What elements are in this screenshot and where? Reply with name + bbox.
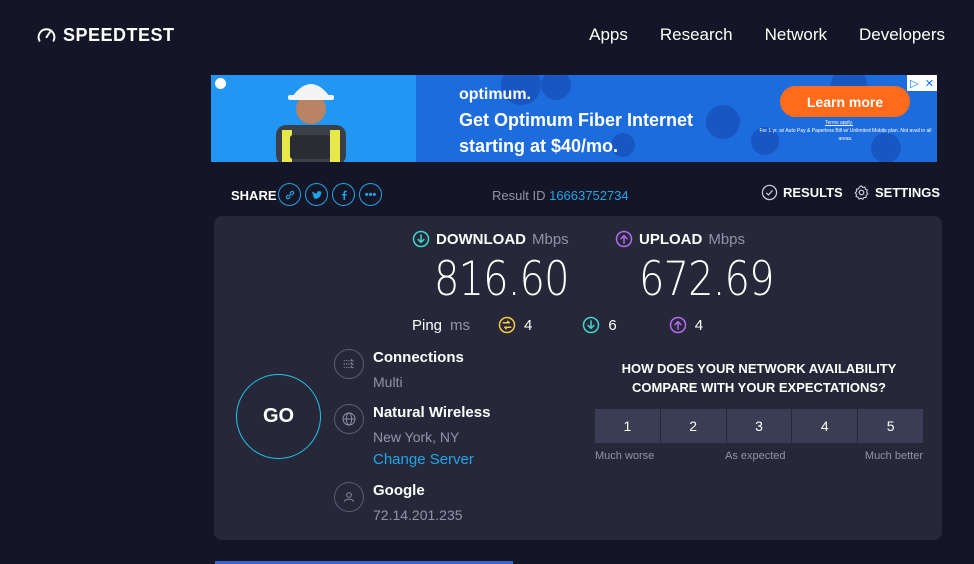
results-panel: DOWNLOAD Mbps 816.60 UPLOAD Mbps 672.69 … xyxy=(214,216,942,540)
upload-metric: UPLOAD Mbps 672.69 xyxy=(615,230,797,307)
upload-value: 672.69 xyxy=(639,252,775,307)
more-options-icon[interactable]: ••• xyxy=(359,183,382,206)
ping-unit: ms xyxy=(450,316,471,334)
ad-headline-line-2: starting at $40/mo. xyxy=(459,136,619,156)
share-label: SHARE xyxy=(231,188,277,203)
scale-label-low: Much worse xyxy=(595,450,655,462)
isp-title: Google xyxy=(373,482,425,499)
download-label: DOWNLOAD xyxy=(436,230,526,248)
download-latency-icon xyxy=(583,316,600,334)
survey-question: HOW DOES YOUR NETWORK AVAILABILITY COMPA… xyxy=(594,359,924,397)
scale-label-high: Much better xyxy=(864,450,923,462)
survey-option-3[interactable]: 3 xyxy=(726,409,792,443)
ping-download: 6 xyxy=(582,316,617,334)
twitter-icon[interactable] xyxy=(305,183,328,206)
nav-apps[interactable]: Apps xyxy=(589,25,628,45)
ad-banner[interactable]: optimum. Get Optimum Fiber Internet star… xyxy=(211,75,937,162)
change-server-link[interactable]: Change Server xyxy=(373,451,474,468)
globe-icon xyxy=(334,404,364,434)
upload-unit: Mbps xyxy=(708,230,746,248)
share-icons: ••• xyxy=(278,183,382,206)
ping-download-value: 6 xyxy=(608,316,617,334)
ping-label: Ping xyxy=(412,316,443,334)
user-icon xyxy=(334,482,364,512)
survey-option-5[interactable]: 5 xyxy=(858,409,923,443)
isp-ip: 72.14.201.235 xyxy=(373,507,463,523)
nav-research[interactable]: Research xyxy=(660,25,733,45)
ad-privacy-icon[interactable] xyxy=(215,78,226,89)
check-circle-icon xyxy=(761,184,778,201)
upload-label: UPLOAD xyxy=(639,230,703,248)
link-icon[interactable] xyxy=(278,183,301,206)
result-id: Result ID 16663752734 xyxy=(492,188,629,203)
results-button[interactable]: RESULTS xyxy=(761,184,843,201)
download-value: 816.60 xyxy=(434,252,570,307)
result-toolbar: SHARE ••• Result ID 16663752734 RESULTS … xyxy=(231,183,940,207)
download-arrow-icon xyxy=(412,230,430,248)
ad-brand: optimum. xyxy=(459,86,531,103)
upload-arrow-icon xyxy=(615,230,633,248)
ad-worker-image xyxy=(276,84,346,162)
nav-network[interactable]: Network xyxy=(765,25,827,45)
survey-option-4[interactable]: 4 xyxy=(792,409,858,443)
connections-icon xyxy=(334,349,364,379)
main-nav: Apps Research Network Developers xyxy=(589,25,945,45)
ad-headline: Get Optimum Fiber Internet starting at $… xyxy=(459,107,759,159)
facebook-icon[interactable] xyxy=(332,183,355,206)
speedtest-logo[interactable]: SPEEDTEST xyxy=(36,25,175,46)
logo-text: SPEEDTEST xyxy=(63,25,175,45)
ping-upload: 4 xyxy=(669,316,703,334)
server-title: Natural Wireless xyxy=(373,404,491,421)
ad-headline-line-1: Get Optimum Fiber Internet xyxy=(459,110,694,130)
server-location: New York, NY xyxy=(373,429,460,445)
settings-label: SETTINGS xyxy=(875,185,941,200)
ping-row: Ping ms 4 6 4 xyxy=(412,316,703,334)
result-id-link[interactable]: 16663752734 xyxy=(549,188,629,203)
upload-header: UPLOAD Mbps xyxy=(615,230,797,248)
speedometer-icon xyxy=(37,28,56,42)
gear-icon xyxy=(854,185,869,200)
ping-upload-value: 4 xyxy=(694,316,704,334)
survey-question-line-1: HOW DOES YOUR NETWORK AVAILABILITY xyxy=(621,361,897,376)
top-bar: SPEEDTEST Apps Research Network Develope… xyxy=(0,0,974,70)
results-label: RESULTS xyxy=(783,185,843,200)
result-id-label: Result ID xyxy=(492,188,546,203)
ping-idle-value: 4 xyxy=(524,316,533,334)
connections-title: Connections xyxy=(373,349,464,366)
survey-question-line-2: COMPARE WITH YOUR EXPECTATIONS? xyxy=(632,380,886,395)
ping-idle: 4 xyxy=(498,316,532,334)
adchoices-icon[interactable]: ▷ xyxy=(910,77,918,90)
survey-scale: 1 2 3 4 5 xyxy=(595,409,923,443)
network-survey: HOW DOES YOUR NETWORK AVAILABILITY COMPA… xyxy=(594,359,924,462)
ad-close-icon[interactable]: ✕ xyxy=(925,77,934,90)
connections-value: Multi xyxy=(373,374,403,390)
ad-controls: ▷ ✕ xyxy=(907,75,937,91)
survey-option-2[interactable]: 2 xyxy=(660,409,726,443)
download-metric: DOWNLOAD Mbps 816.60 xyxy=(412,230,592,307)
go-button[interactable]: GO xyxy=(236,374,321,459)
survey-option-1[interactable]: 1 xyxy=(595,409,660,443)
upload-latency-icon xyxy=(669,316,686,334)
scale-label-mid: As expected xyxy=(725,450,786,462)
download-unit: Mbps xyxy=(532,230,569,248)
download-header: DOWNLOAD Mbps xyxy=(412,230,592,248)
settings-button[interactable]: SETTINGS xyxy=(853,184,940,201)
nav-developers[interactable]: Developers xyxy=(859,25,945,45)
ad-fine-print: For 1 yr. w/ Auto Pay & Paperless Bill w… xyxy=(759,128,932,142)
ad-learn-more-button[interactable]: Learn more xyxy=(780,86,910,117)
ad-terms[interactable]: Terms apply. xyxy=(825,120,853,126)
idle-latency-icon xyxy=(498,316,516,334)
